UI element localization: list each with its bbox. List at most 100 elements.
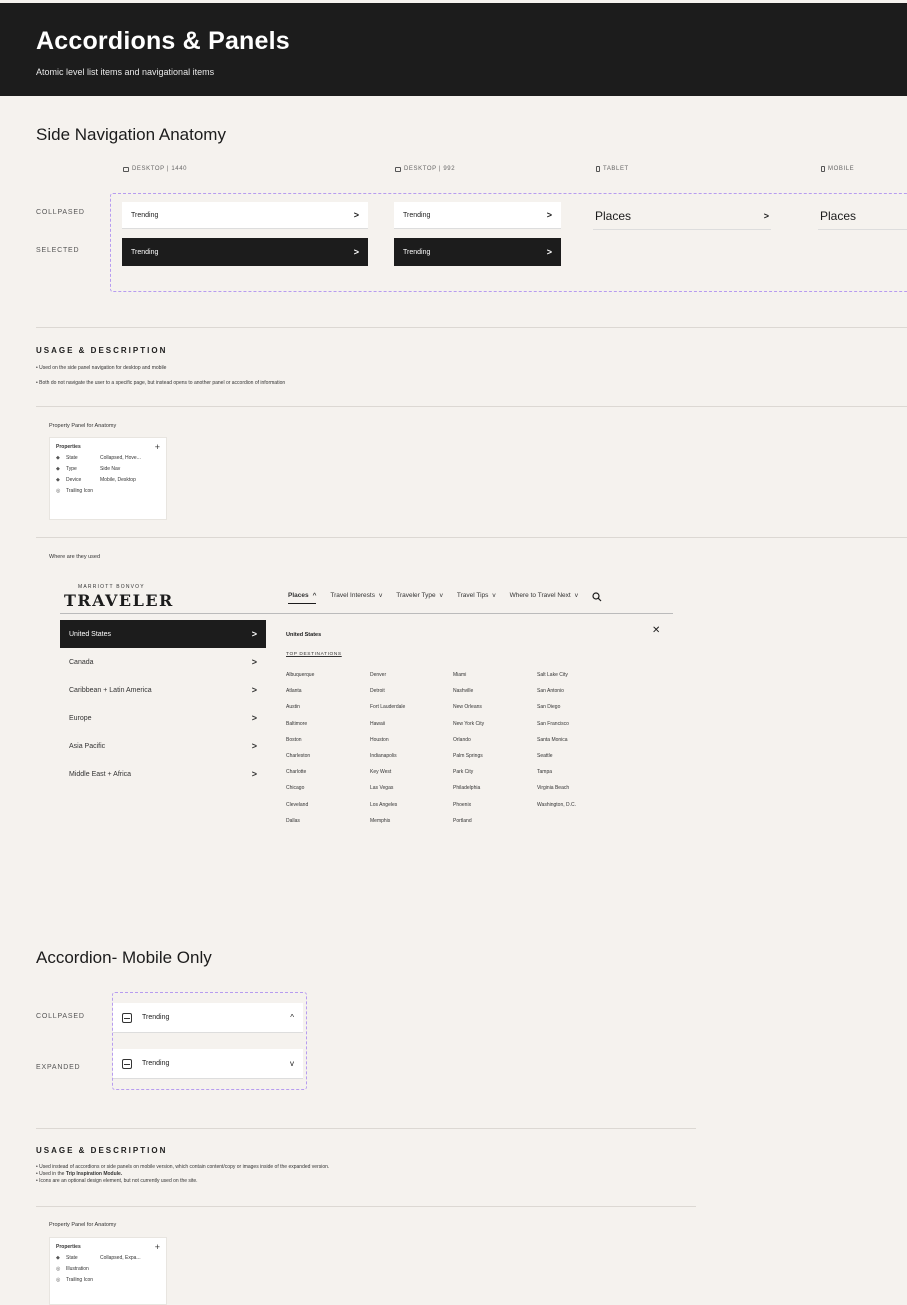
- chevron-right-icon: >: [546, 210, 552, 220]
- row-label-selected: SELECTED: [36, 247, 80, 254]
- column-desktop-1440: DESKTOP | 1440: [123, 166, 187, 172]
- destination-link[interactable]: Portland: [453, 818, 484, 834]
- destination-link[interactable]: Orlando: [453, 737, 484, 753]
- column-tablet: TABLET: [596, 166, 629, 172]
- destination-link[interactable]: Palm Springs: [453, 753, 484, 769]
- property-row: ◆ State Collapsed, Hove...: [56, 454, 141, 461]
- menu-places[interactable]: Places ^: [288, 592, 317, 604]
- chevron-right-icon: >: [353, 210, 359, 220]
- destination-link[interactable]: Charlotte: [286, 769, 314, 785]
- chevron-right-icon: >: [251, 769, 257, 779]
- property-row: ◆ State Collapsed, Expa...: [56, 1254, 141, 1261]
- destination-link[interactable]: Memphis: [370, 818, 405, 834]
- destination-link[interactable]: Key West: [370, 769, 405, 785]
- side-nav-item-collapsed-992[interactable]: Trending >: [394, 202, 561, 229]
- destination-link[interactable]: Virginia Beach: [537, 785, 576, 801]
- destination-link[interactable]: Los Angeles: [370, 802, 405, 818]
- destination-link[interactable]: Nashville: [453, 688, 484, 704]
- accordion-item-collapsed[interactable]: Trending ^: [113, 1003, 303, 1033]
- add-property-icon[interactable]: +: [155, 1242, 160, 1252]
- destinations-column-3: Miami Nashville New Orleans New York Cit…: [453, 672, 484, 834]
- top-menu: Places ^ Travel Interests v Traveler Type v…: [288, 592, 602, 604]
- destination-link[interactable]: Albuquerque: [286, 672, 314, 688]
- page-header: Accordions & Panels Atomic level list it…: [0, 3, 907, 96]
- properties-heading: Properties: [56, 443, 81, 450]
- destination-link[interactable]: Atlanta: [286, 688, 314, 704]
- side-nav-item-collapsed-1440[interactable]: Trending >: [122, 202, 368, 229]
- menu-traveler-type[interactable]: Traveler Type v: [396, 592, 443, 599]
- destination-link[interactable]: Tampa: [537, 769, 576, 785]
- chevron-right-icon: >: [251, 713, 257, 723]
- region-item-europe[interactable]: Europe >: [60, 704, 266, 732]
- region-item-united-states[interactable]: United States >: [60, 620, 266, 648]
- destination-link[interactable]: Las Vegas: [370, 785, 405, 801]
- destination-link[interactable]: Denver: [370, 672, 405, 688]
- variant-icon: ◆: [56, 476, 60, 483]
- destination-link[interactable]: San Francisco: [537, 721, 576, 737]
- side-nav-item-tablet[interactable]: Places >: [593, 202, 771, 230]
- side-nav-item-selected-1440[interactable]: Trending >: [122, 238, 368, 266]
- variant-icon: ◆: [56, 454, 60, 461]
- side-nav-item-mobile[interactable]: Places: [818, 202, 907, 230]
- destination-link[interactable]: Cleveland: [286, 802, 314, 818]
- destination-link[interactable]: Charleston: [286, 753, 314, 769]
- destination-link[interactable]: Hawaii: [370, 721, 405, 737]
- chevron-right-icon: >: [546, 247, 552, 257]
- destination-link[interactable]: Salt Lake City: [537, 672, 576, 688]
- row-label-collapsed: COLLPASED: [36, 209, 85, 216]
- destination-link[interactable]: San Antonio: [537, 688, 576, 704]
- destination-link[interactable]: New York City: [453, 721, 484, 737]
- accordion-item-expanded[interactable]: Trending v: [113, 1049, 303, 1079]
- destination-link[interactable]: San Diego: [537, 704, 576, 720]
- close-icon[interactable]: ✕: [652, 625, 660, 636]
- eye-icon: ◎: [56, 1265, 61, 1272]
- chevron-right-icon: >: [763, 210, 769, 221]
- region-item-canada[interactable]: Canada >: [60, 648, 266, 676]
- chevron-right-icon: >: [251, 741, 257, 751]
- add-property-icon[interactable]: +: [155, 442, 160, 452]
- destination-link[interactable]: Austin: [286, 704, 314, 720]
- usage-bullet: • Used instead of accordions or side pan…: [36, 1164, 330, 1170]
- property-row: ◎ Trailing Icon: [56, 487, 94, 494]
- destination-link[interactable]: Park City: [453, 769, 484, 785]
- destination-link[interactable]: Miami: [453, 672, 484, 688]
- destinations-label: TOP DESTINATIONS: [286, 652, 342, 657]
- brand-logo[interactable]: TRAVELER: [64, 591, 174, 610]
- destination-link[interactable]: New Orleans: [453, 704, 484, 720]
- destination-link[interactable]: Fort Lauderdale: [370, 704, 405, 720]
- destination-link[interactable]: Philadelphia: [453, 785, 484, 801]
- region-item-asia-pacific[interactable]: Asia Pacific >: [60, 732, 266, 760]
- destination-link[interactable]: Houston: [370, 737, 405, 753]
- usage-bullet: • Icons are an optional design element, …: [36, 1178, 198, 1184]
- destination-link[interactable]: Boston: [286, 737, 314, 753]
- page-subtitle: Atomic level list items and navigational…: [36, 67, 215, 77]
- divider: [36, 406, 907, 407]
- region-item-middle-east[interactable]: Middle East + Africa >: [60, 760, 266, 788]
- menu-where-to-travel-next[interactable]: Where to Travel Next v: [510, 592, 578, 599]
- row-label-expanded: EXPANDED: [36, 1064, 81, 1071]
- side-nav-section-title: Side Navigation Anatomy: [36, 125, 226, 144]
- side-nav-item-selected-992[interactable]: Trending >: [394, 238, 561, 266]
- destination-link[interactable]: Indianapolis: [370, 753, 405, 769]
- destinations-column-2: Denver Detroit Fort Lauderdale Hawaii Ho…: [370, 672, 405, 834]
- divider: [36, 1206, 696, 1207]
- region-item-caribbean[interactable]: Caribbean + Latin America >: [60, 676, 266, 704]
- search-icon[interactable]: [592, 592, 602, 602]
- destination-link[interactable]: Detroit: [370, 688, 405, 704]
- brand-top: MARRIOTT BONVOY: [78, 584, 145, 590]
- chevron-right-icon: >: [353, 247, 359, 257]
- bus-icon: [122, 1012, 132, 1023]
- destination-link[interactable]: Dallas: [286, 818, 314, 834]
- menu-travel-interests[interactable]: Travel Interests v: [330, 592, 382, 599]
- column-desktop-992: DESKTOP | 992: [395, 166, 455, 172]
- mobile-icon: [821, 166, 825, 172]
- property-panel-caption: Property Panel for Anatomy: [49, 423, 117, 429]
- destination-link[interactable]: Phoenix: [453, 802, 484, 818]
- destination-link[interactable]: Seattle: [537, 753, 576, 769]
- menu-travel-tips[interactable]: Travel Tips v: [457, 592, 496, 599]
- destination-link[interactable]: Washington, D.C.: [537, 802, 576, 818]
- bus-icon: [122, 1058, 132, 1069]
- destination-link[interactable]: Santa Monica: [537, 737, 576, 753]
- destination-link[interactable]: Baltimore: [286, 721, 314, 737]
- destination-link[interactable]: Chicago: [286, 785, 314, 801]
